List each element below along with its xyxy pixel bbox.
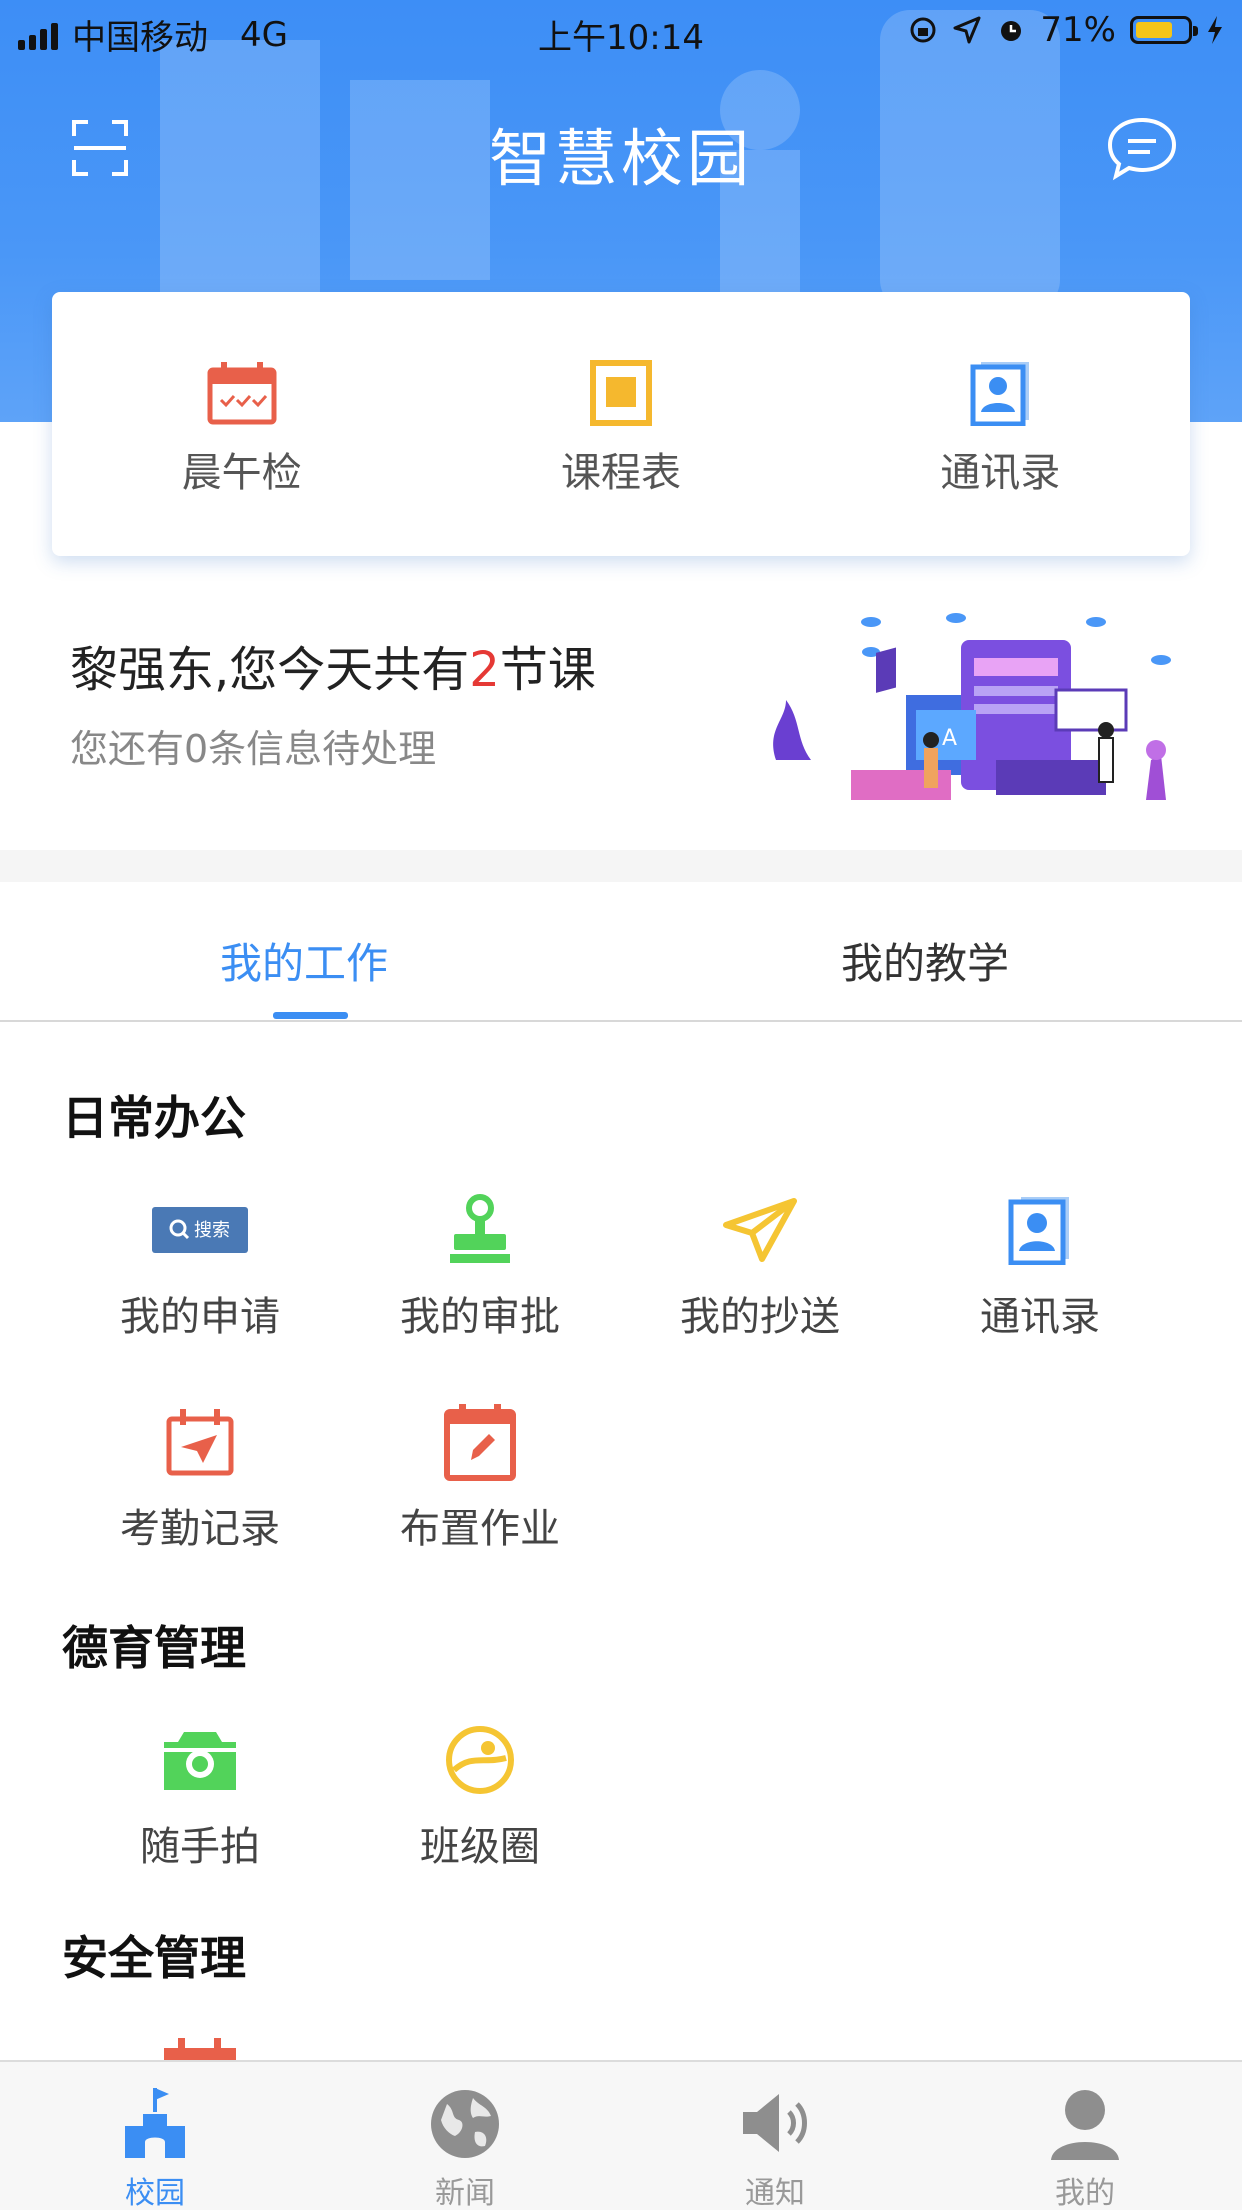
greeting-illustration: A [773,613,1171,800]
greeting-prefix: 黎强东,您今天共有 [70,642,470,698]
chat-bubble-icon[interactable] [1106,114,1178,182]
paper-plane-icon [723,1198,797,1262]
svg-text:搜索: 搜索 [194,1220,230,1241]
schedule-icon [589,360,652,426]
contacts-icon [970,362,1030,426]
tabbar-label: 校园 [125,2176,185,2211]
calendar-check-icon [207,362,277,425]
alarm-icon [1001,21,1022,41]
grid-item-label: 我的申请 [120,1294,280,1340]
rotation-lock-icon [910,17,936,43]
title-bar: 智慧校园 [0,100,1242,200]
grid-item-label: 通讯录 [980,1294,1100,1340]
search-badge-icon: 搜索 [152,1207,248,1253]
grid-item-label: 我的抄送 [680,1294,840,1340]
grid-item-assign-homework[interactable]: 布置作业 [340,1402,620,1554]
section-title-safety-management: 安全管理 [62,1931,246,1985]
speaker-icon [743,2094,807,2152]
tab-my-work[interactable]: 我的工作 [220,930,388,991]
greeting-text: 黎强东,您今天共有2节课 [70,630,596,700]
tabbar-item-campus[interactable]: 校园 [55,2084,255,2212]
grid-item-contacts[interactable]: 通讯录 [900,1190,1180,1342]
active-tab-indicator [273,1012,348,1019]
grid-item-snapshot[interactable]: 随手拍 [60,1720,340,1872]
bottom-tab-bar: 校园 新闻 通知 我的 [0,2060,1242,2212]
person-icon [1051,2090,1119,2160]
stamp-icon [450,1194,510,1263]
charging-bolt-icon [1208,16,1222,44]
grid-item-class-circle[interactable]: 班级圈 [340,1720,620,1872]
class-circle-icon [446,1726,514,1794]
grid-item-label: 班级圈 [420,1824,540,1870]
camera-icon [164,1732,236,1790]
homework-calendar-icon [444,1404,516,1481]
quick-action-morning-check[interactable]: 晨午检 [52,292,431,556]
work-tabs: 我的工作 我的教学 [0,882,1242,1022]
tabbar-label: 通知 [745,2176,805,2211]
grid-item-label: 考勤记录 [120,1506,280,1552]
section-title-moral-education: 德育管理 [62,1621,246,1675]
globe-icon [431,2090,499,2158]
location-arrow-icon [953,16,981,44]
campus-icon [125,2088,185,2158]
quick-action-contacts[interactable]: 通讯录 [811,292,1190,556]
grid-item-my-approval[interactable]: 我的审批 [340,1190,620,1342]
quick-action-label: 通讯录 [940,450,1061,496]
section-separator [0,850,1242,882]
grid-item-label: 我的审批 [400,1294,560,1340]
tabbar-item-news[interactable]: 新闻 [365,2084,565,2212]
tab-my-teaching[interactable]: 我的教学 [841,930,1009,991]
class-count: 2 [469,642,500,698]
status-bar: 中国移动 4G 上午10:14 71% [0,0,1242,62]
quick-action-label: 晨午检 [181,450,302,496]
partial-calendar-icon [164,2038,236,2060]
tabbar-label: 我的 [1055,2176,1115,2211]
section-title-daily-office: 日常办公 [62,1091,246,1145]
grid-item-my-cc[interactable]: 我的抄送 [620,1190,900,1342]
pending-messages-text: 您还有0条信息待处理 [70,727,437,771]
battery-icon [1130,16,1198,44]
grid-item-attendance[interactable]: 考勤记录 [60,1402,340,1554]
grid-item-label: 随手拍 [140,1824,260,1870]
tabbar-item-notice[interactable]: 通知 [675,2084,875,2212]
quick-action-label: 课程表 [560,450,681,496]
greeting-block: 黎强东,您今天共有2节课 您还有0条信息待处理 [70,630,596,773]
tabbar-label: 新闻 [435,2176,495,2211]
greeting-suffix: 节课 [499,642,596,698]
quick-actions-card: 晨午检 课程表 通讯录 [52,292,1190,556]
grid-item-my-application[interactable]: 搜索 我的申请 [60,1190,340,1342]
tabbar-item-mine[interactable]: 我的 [985,2084,1185,2212]
attendance-calendar-icon [166,1409,234,1476]
quick-action-schedule[interactable]: 课程表 [431,292,810,556]
page-title: 智慧校园 [488,122,753,195]
contacts-icon [1008,1197,1069,1265]
svg-text:A: A [942,726,957,751]
grid-item-label: 布置作业 [400,1506,560,1552]
battery-percent: 71% [1040,10,1116,50]
